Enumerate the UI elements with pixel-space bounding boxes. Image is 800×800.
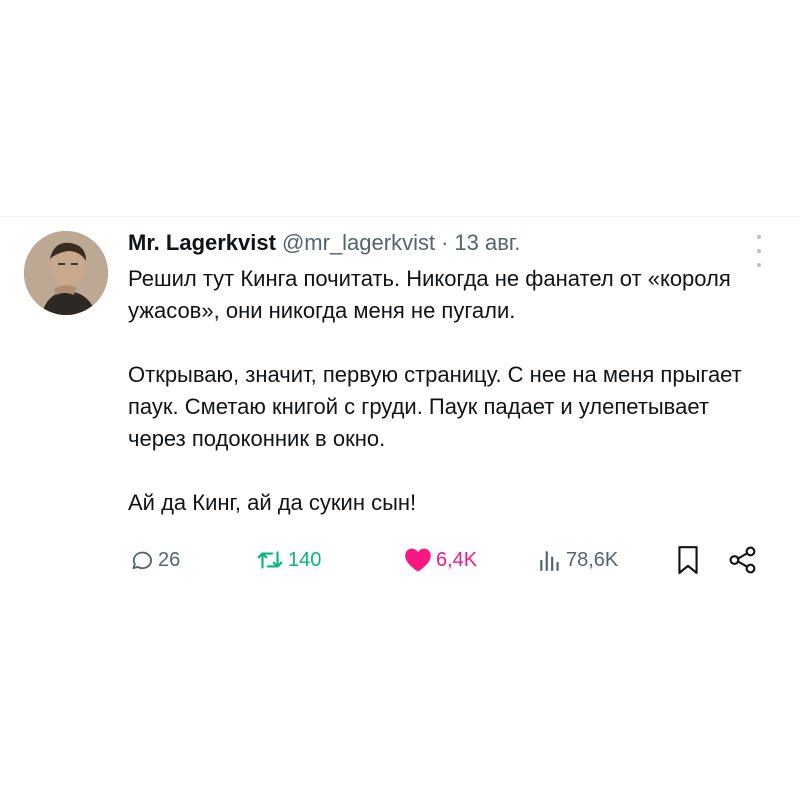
author-name[interactable]: Mr. Lagerkvist [128,230,276,256]
views-count: 78,6K [566,548,619,571]
reply-count: 26 [158,548,181,571]
tweet-paragraph: Открываю, значит, первую страницу. С нее… [128,362,742,451]
tweet-header: Mr. Lagerkvist @mr_lagerkvist · 13 авг. [128,228,520,258]
reply-icon [132,551,152,570]
avatar[interactable] [24,231,108,315]
like-count: 6,4K [436,548,478,571]
avatar-photo [24,231,108,315]
share-button[interactable] [728,543,758,577]
tweet-paragraph: Ай да Кинг, ай да сукин сын! [128,490,417,515]
header-separator: · [441,230,449,255]
more-dot [757,235,761,239]
action-bar: 26 140 6,4K 78,6K [128,543,768,577]
heart-icon [405,548,431,572]
tweet-text: Решил тут Кинга почитать. Никогда не фан… [128,263,748,519]
retweet-icon [257,551,283,569]
like-button[interactable]: 6,4K [404,543,477,577]
more-dot [757,263,761,267]
reply-button[interactable]: 26 [128,543,180,577]
tweet-paragraph: Решил тут Кинга почитать. Никогда не фан… [128,266,731,323]
tweet-date[interactable]: 13 авг. [454,230,520,256]
bookmark-button[interactable] [676,543,700,577]
tweet: Mr. Lagerkvist @mr_lagerkvist · 13 авг. … [0,216,800,597]
views-button[interactable]: 78,6K [538,543,618,577]
views-icon [540,551,559,571]
more-icon[interactable] [752,235,766,267]
retweet-count: 140 [288,548,322,571]
bookmark-icon [678,546,698,574]
share-icon [729,546,756,574]
more-dot [757,249,761,253]
retweet-button[interactable]: 140 [256,543,321,577]
author-handle[interactable]: @mr_lagerkvist [282,230,435,256]
